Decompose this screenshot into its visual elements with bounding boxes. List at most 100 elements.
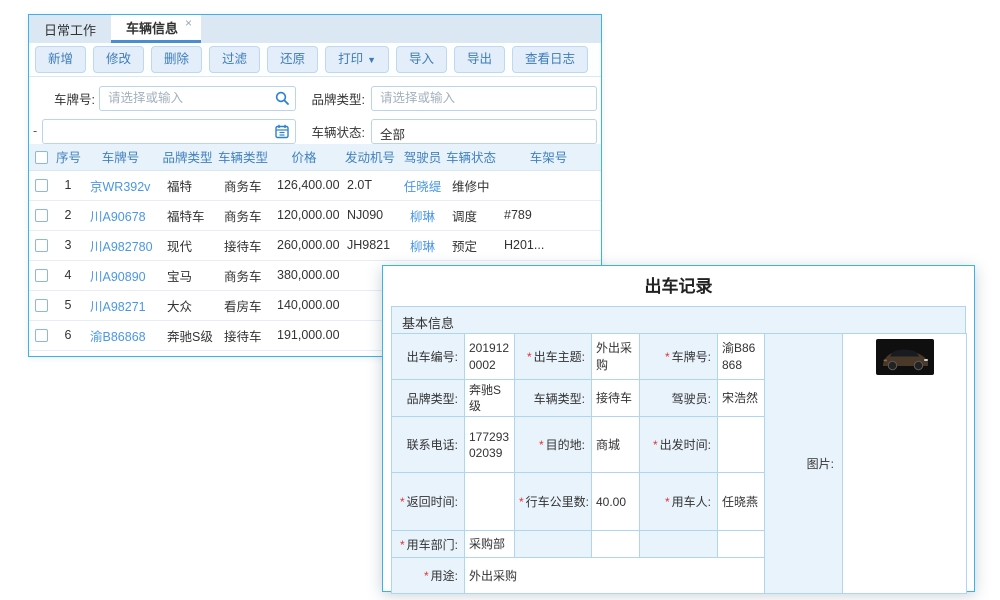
plate-link[interactable]: 川A98271: [82, 290, 159, 320]
cell: 预定: [444, 230, 496, 260]
brand-filter-input[interactable]: [371, 86, 597, 111]
toolbar-button-print[interactable]: 打印▼: [325, 46, 389, 73]
form-field-label: 联系电话:: [392, 417, 465, 473]
dropdown-caret-icon: ▼: [367, 55, 376, 65]
cell: 商务车: [216, 260, 269, 290]
cell: 191,000.00: [269, 320, 339, 350]
plate-link[interactable]: 京WR392v: [82, 170, 159, 200]
status-filter-label: 车辆状态:: [303, 122, 365, 141]
toolbar-button-delete[interactable]: 删除: [151, 46, 202, 73]
cell: 120,000.00: [269, 200, 339, 230]
cell: 商务车: [216, 200, 269, 230]
form-field-label: *用车人:: [640, 473, 718, 531]
form-row: 出车编号:2019120002*出车主题:外出采购*车牌号:渝B86868图片:: [392, 334, 967, 380]
form-field-label: [640, 531, 718, 558]
required-asterisk: *: [665, 350, 670, 364]
row-checkbox[interactable]: [35, 329, 48, 342]
form-field-label: 车辆类型:: [515, 380, 592, 417]
cell: #789: [496, 200, 601, 230]
toolbar-button-export[interactable]: 导出: [454, 46, 505, 73]
row-checkbox[interactable]: [35, 209, 48, 222]
filter-row-1: 车牌号: 品牌类型:: [29, 85, 601, 111]
plate-filter-label: 车牌号:: [29, 89, 95, 108]
toolbar-button-add[interactable]: 新增: [35, 46, 86, 73]
form-field-value: 宋浩然: [718, 380, 765, 417]
row-checkbox[interactable]: [35, 299, 48, 312]
toolbar-button-view-log[interactable]: 查看日志: [512, 46, 588, 73]
tab-vehicle-info-label: 车辆信息: [126, 18, 178, 37]
toolbar-button-restore[interactable]: 还原: [267, 46, 318, 73]
cell: 商务车: [216, 170, 269, 200]
form-field-value: 渝B86868: [718, 334, 765, 380]
plate-filter-input[interactable]: [99, 86, 296, 111]
date-filter-input[interactable]: [42, 119, 296, 144]
toolbar-button-filter[interactable]: 过滤: [209, 46, 260, 73]
table-header-row: 序号车牌号品牌类型车辆类型价格发动机号驾驶员车辆状态车架号: [29, 144, 601, 170]
row-select-cell: [29, 200, 54, 230]
driver-link[interactable]: 柳琳: [401, 230, 444, 260]
required-asterisk: *: [653, 438, 658, 452]
form-field-label: 品牌类型:: [392, 380, 465, 417]
row-select-cell: [29, 170, 54, 200]
row-checkbox[interactable]: [35, 239, 48, 252]
tab-daily-work[interactable]: 日常工作: [29, 15, 111, 43]
toolbar: 新增修改删除过滤还原打印▼ 导入导出查看日志: [29, 43, 601, 77]
column-header-3: 车辆类型: [216, 144, 269, 170]
cell: 福特: [159, 170, 216, 200]
section-header-basic-info: 基本信息: [391, 306, 966, 334]
image-field-label: 图片:: [765, 334, 843, 594]
plate-link[interactable]: 川A90678: [82, 200, 159, 230]
select-all-checkbox[interactable]: [35, 151, 48, 164]
column-header-4: 价格: [269, 144, 339, 170]
form-field-label: *用途:: [392, 558, 465, 594]
cell: 6: [54, 320, 82, 350]
date-filter-field: [42, 119, 296, 144]
form-field-value: 2019120002: [465, 334, 515, 380]
search-icon[interactable]: [274, 90, 290, 106]
row-checkbox[interactable]: [35, 179, 48, 192]
tab-vehicle-info[interactable]: 车辆信息 ×: [111, 15, 201, 43]
row-select-cell: [29, 260, 54, 290]
tab-bar: 日常工作 车辆信息 ×: [29, 15, 601, 43]
cell: 现代: [159, 230, 216, 260]
driver-link[interactable]: 任晓缇: [401, 170, 444, 200]
row-select-cell: [29, 320, 54, 350]
form-field-value: 外出采购: [465, 558, 765, 594]
cell: 维修中: [444, 170, 496, 200]
driver-link[interactable]: 柳琳: [401, 200, 444, 230]
form-field-value: 接待车: [592, 380, 640, 417]
cell: [496, 170, 601, 200]
form-field-value: 奔驰S级: [465, 380, 515, 417]
dispatch-form-table: 出车编号:2019120002*出车主题:外出采购*车牌号:渝B86868图片:…: [391, 333, 967, 594]
cell: 2.0T: [339, 170, 401, 200]
calendar-icon[interactable]: [274, 123, 290, 139]
plate-link[interactable]: 川A982780: [82, 230, 159, 260]
status-filter-select[interactable]: 全部: [371, 119, 597, 144]
cell: 140,000.00: [269, 290, 339, 320]
cell: 4: [54, 260, 82, 290]
form-field-label: *出车主题:: [515, 334, 592, 380]
select-all-cell: [29, 144, 54, 170]
plate-link[interactable]: 渝B86868: [82, 320, 159, 350]
close-icon[interactable]: ×: [185, 17, 192, 29]
cell: NJ090: [339, 200, 401, 230]
filter-row-2: - 车辆状态: 全部: [29, 118, 601, 144]
column-header-2: 品牌类型: [159, 144, 216, 170]
form-field-label: *出发时间:: [640, 417, 718, 473]
plate-link[interactable]: 川A90890: [82, 260, 159, 290]
dispatch-record-dialog: 出车记录 基本信息 出车编号:2019120002*出车主题:外出采购*车牌号:…: [382, 265, 975, 592]
form-field-value: [718, 531, 765, 558]
cell: 奔驰S级: [159, 320, 216, 350]
toolbar-button-import[interactable]: 导入: [396, 46, 447, 73]
brand-filter-field: [371, 86, 597, 111]
required-asterisk: *: [539, 438, 544, 452]
cell: 3: [54, 230, 82, 260]
form-field-label: *行车公里数:: [515, 473, 592, 531]
form-field-value: 17729302039: [465, 417, 515, 473]
tab-daily-work-label: 日常工作: [44, 20, 96, 39]
toolbar-button-edit[interactable]: 修改: [93, 46, 144, 73]
cell: JH9821: [339, 230, 401, 260]
row-select-cell: [29, 290, 54, 320]
row-checkbox[interactable]: [35, 269, 48, 282]
form-field-value: 采购部: [465, 531, 515, 558]
